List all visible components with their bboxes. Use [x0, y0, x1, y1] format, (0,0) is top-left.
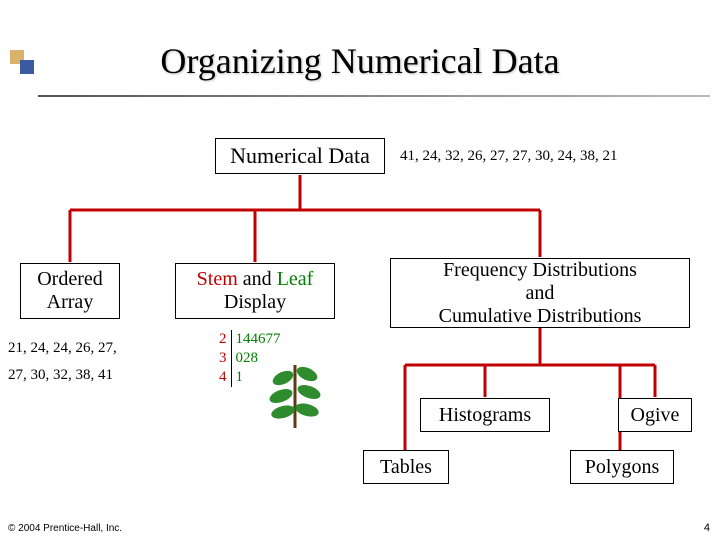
text-line: Array: [47, 291, 94, 314]
ordered-array-values: 21, 24, 24, 26, 27, 27, 30, 32, 38, 41: [8, 335, 117, 389]
text-line: 21, 24, 24, 26, 27,: [8, 335, 117, 362]
text-line: Stem and Leaf: [197, 268, 314, 291]
node-ogive: Ogive: [618, 398, 692, 432]
word-and: and: [238, 268, 277, 290]
stem-cell: 4: [215, 368, 231, 387]
text-line: Ordered: [37, 268, 103, 291]
text-line: Frequency Distributions: [443, 259, 637, 282]
sample-data-values: 41, 24, 32, 26, 27, 27, 30, 24, 38, 21: [400, 148, 618, 165]
text-line: 27, 30, 32, 38, 41: [8, 362, 117, 389]
stem-cell: 2: [215, 330, 231, 349]
node-label: Numerical Data: [230, 143, 370, 168]
node-tables: Tables: [363, 450, 449, 484]
node-polygons: Polygons: [570, 450, 674, 484]
node-label: Histograms: [439, 404, 531, 427]
leaf-cell: 144677: [231, 330, 285, 349]
node-frequency-distributions: Frequency Distributions and Cumulative D…: [390, 258, 690, 328]
word-stem: Stem: [197, 268, 238, 290]
plant-icon: [265, 360, 325, 430]
stem-cell: 3: [215, 349, 231, 368]
node-label: Ogive: [631, 404, 680, 427]
text-line: Cumulative Distributions: [439, 305, 642, 328]
node-ordered-array: Ordered Array: [20, 263, 120, 319]
node-histograms: Histograms: [420, 398, 550, 432]
text-line: Display: [224, 291, 286, 314]
copyright-text: © 2004 Prentice-Hall, Inc.: [8, 523, 122, 534]
text-line: and: [526, 282, 555, 305]
word-leaf: Leaf: [277, 268, 314, 290]
node-numerical-data: Numerical Data: [215, 138, 385, 174]
node-label: Tables: [380, 456, 432, 479]
page-number: 4: [704, 522, 710, 534]
node-stem-and-leaf: Stem and Leaf Display: [175, 263, 335, 319]
node-label: Polygons: [585, 456, 659, 479]
